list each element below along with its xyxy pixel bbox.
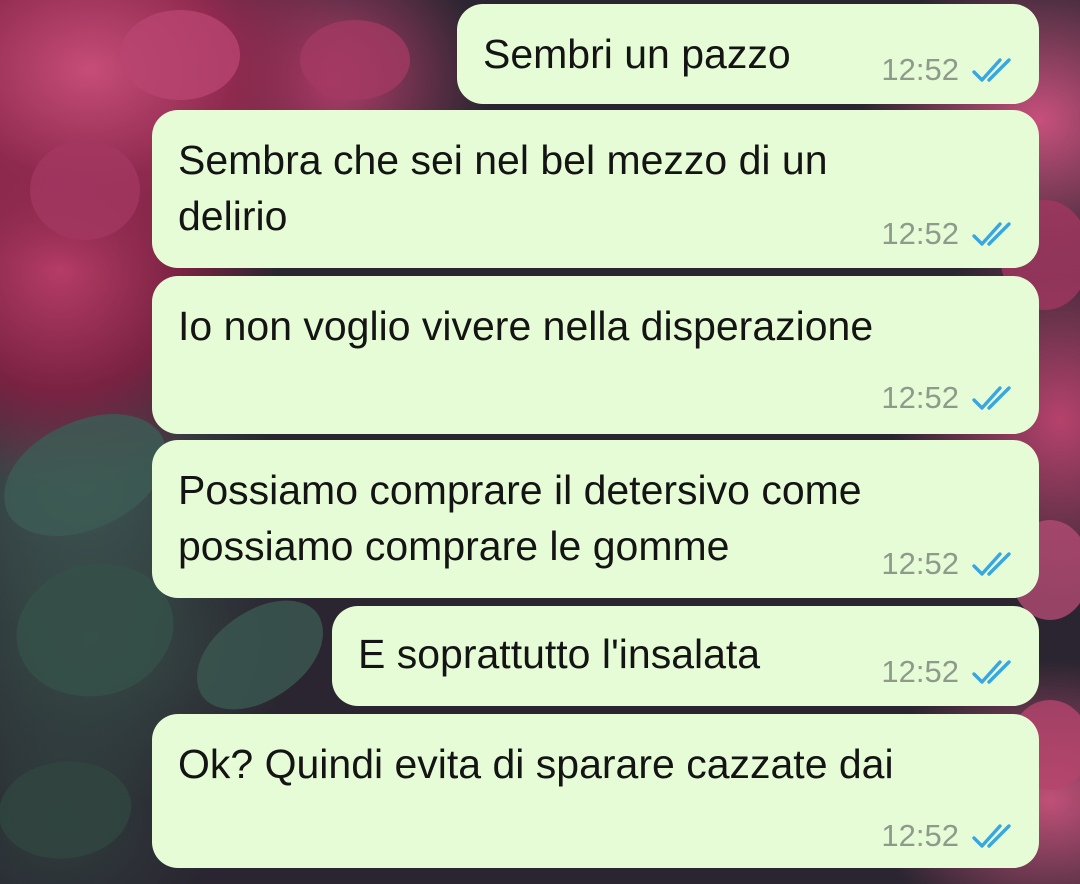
message-text: Possiamo comprare il detersivo come poss…: [178, 467, 862, 569]
message-bubble-3[interactable]: Io non voglio vivere nella disperazione …: [152, 276, 1039, 434]
message-time: 12:52: [881, 380, 959, 415]
message-bubble-5[interactable]: E soprattutto l'insalata 12:52: [332, 606, 1039, 706]
message-bubble-6[interactable]: Ok? Quindi evita di sparare cazzate dai …: [152, 714, 1039, 868]
message-text: Ok? Quindi evita di sparare cazzate dai: [178, 741, 894, 787]
message-text: E soprattutto l'insalata: [358, 631, 761, 677]
message-time: 12:52: [881, 216, 959, 251]
message-text: Sembra che sei nel bel mezzo di un delir…: [178, 137, 828, 239]
read-double-check-icon: [971, 821, 1017, 851]
read-double-check-icon: [971, 549, 1017, 579]
message-bubble-2[interactable]: Sembra che sei nel bel mezzo di un delir…: [152, 110, 1039, 268]
message-time: 12:52: [881, 52, 959, 87]
read-double-check-icon: [971, 657, 1017, 687]
message-text: Sembri un pazzo: [483, 31, 791, 77]
read-double-check-icon: [971, 219, 1017, 249]
message-bubble-1[interactable]: Sembri un pazzo 12:52: [457, 4, 1039, 104]
read-double-check-icon: [971, 383, 1017, 413]
message-text: Io non voglio vivere nella disperazione: [178, 303, 874, 349]
message-bubble-4[interactable]: Possiamo comprare il detersivo come poss…: [152, 440, 1039, 598]
read-double-check-icon: [971, 55, 1017, 85]
message-time: 12:52: [881, 546, 959, 581]
message-time: 12:52: [881, 654, 959, 689]
message-time: 12:52: [881, 818, 959, 853]
